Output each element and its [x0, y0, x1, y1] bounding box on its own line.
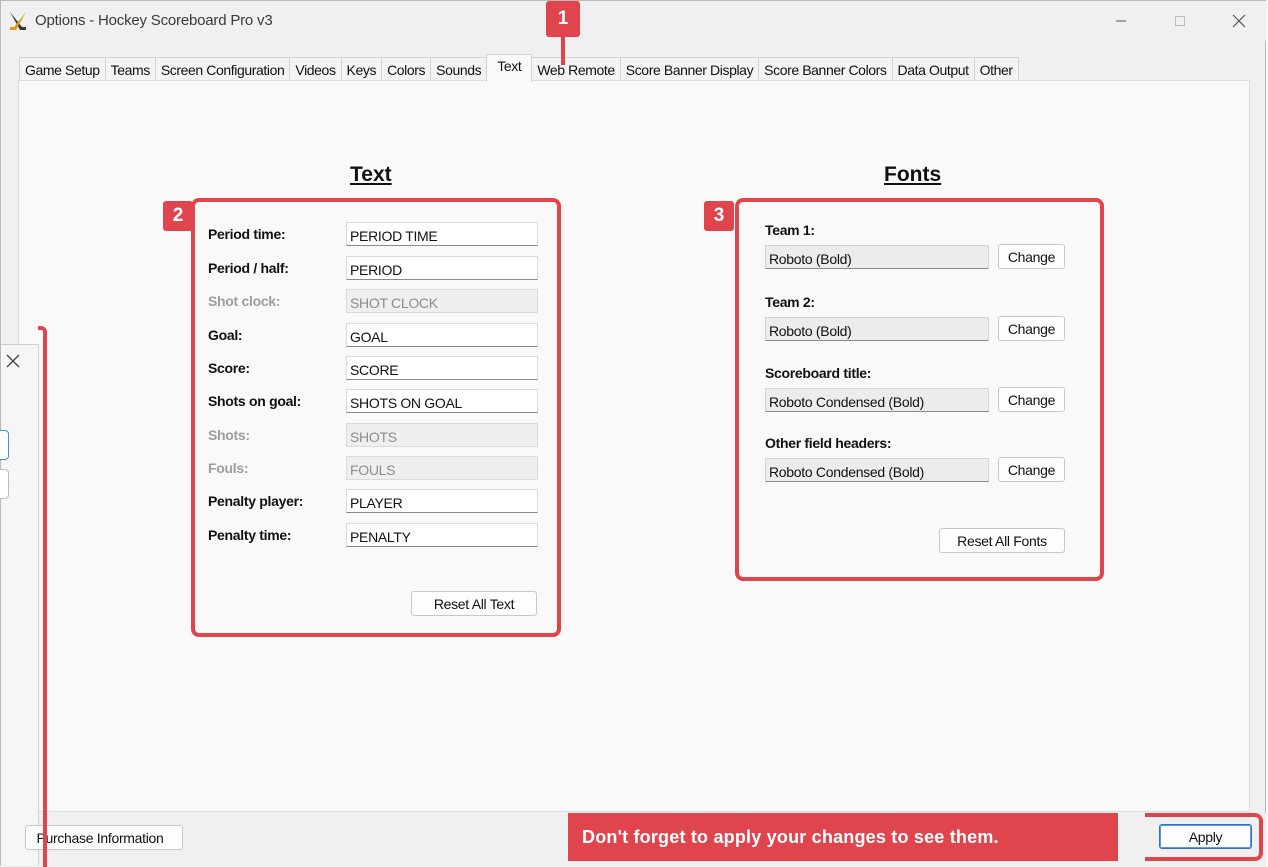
- hockey-sticks-icon: [7, 10, 29, 32]
- text-section-callout: [191, 198, 561, 637]
- tab-game-setup[interactable]: Game Setup: [19, 57, 106, 81]
- tab-data-output[interactable]: Data Output: [891, 57, 975, 81]
- tab-screen-configuration[interactable]: Screen Configuration: [154, 57, 291, 81]
- dialog-callout-edge: [38, 326, 47, 867]
- callout-1-pointer: [561, 37, 565, 65]
- dialog-button-edge[interactable]: [0, 469, 9, 499]
- purchase-information-button[interactable]: Purchase Information: [25, 825, 183, 850]
- tab-web-remote[interactable]: Web Remote: [531, 57, 621, 81]
- apply-button[interactable]: Apply: [1159, 824, 1252, 849]
- fonts-heading: Fonts: [884, 163, 942, 186]
- tab-keys[interactable]: Keys: [340, 57, 383, 81]
- fonts-section-callout: [735, 198, 1104, 581]
- window-title: Options - Hockey Scoreboard Pro v3: [35, 12, 273, 29]
- dialog-close-icon[interactable]: [5, 353, 21, 372]
- tab-colors[interactable]: Colors: [381, 57, 432, 81]
- callout-badge-3: 3: [704, 201, 734, 231]
- options-window: Options - Hockey Scoreboard Pro v3 Game …: [0, 0, 1267, 867]
- background-dialog-edge: [0, 344, 39, 865]
- callout-badge-1: 1: [546, 1, 580, 37]
- maximize-button[interactable]: [1157, 7, 1203, 35]
- close-button[interactable]: [1216, 7, 1262, 35]
- title-bar: Options - Hockey Scoreboard Pro v3: [1, 1, 1267, 41]
- tab-other[interactable]: Other: [973, 57, 1019, 81]
- text-heading: Text: [350, 163, 392, 186]
- tab-score-banner-colors[interactable]: Score Banner Colors: [758, 57, 893, 81]
- tab-strip: Game Setup Teams Screen Configuration Vi…: [19, 54, 1019, 82]
- tab-score-banner-display[interactable]: Score Banner Display: [619, 57, 760, 81]
- tab-sounds[interactable]: Sounds: [430, 57, 488, 81]
- tab-videos[interactable]: Videos: [289, 57, 342, 81]
- dialog-input-edge[interactable]: [0, 430, 9, 460]
- minimize-button[interactable]: [1098, 7, 1144, 35]
- tab-teams[interactable]: Teams: [104, 57, 156, 81]
- purchase-information-label: Purchase Information: [36, 829, 164, 846]
- callout-badge-2: 2: [163, 201, 193, 231]
- apply-reminder-note: Don't forget to apply your changes to se…: [568, 813, 1118, 861]
- tab-text[interactable]: Text: [486, 54, 533, 82]
